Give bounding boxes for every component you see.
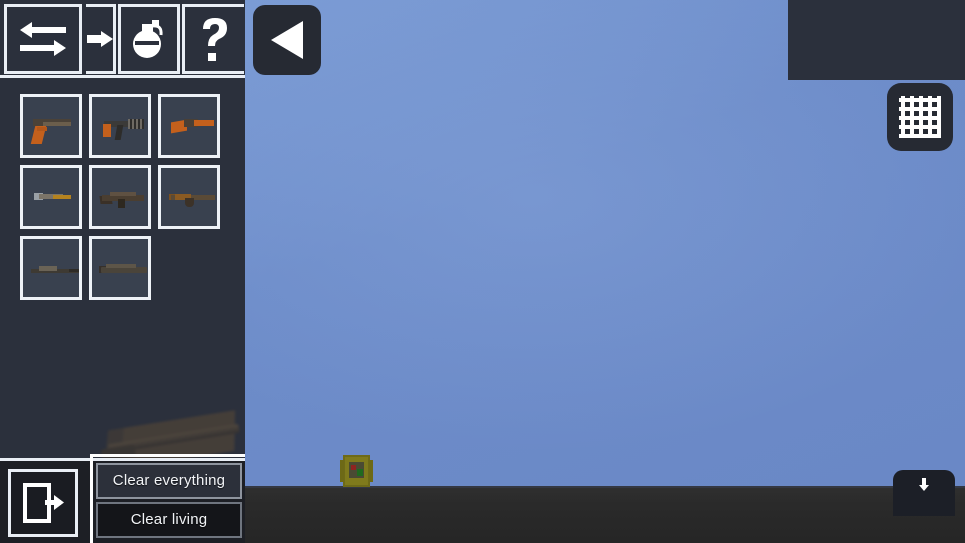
weapon-slot-pistol[interactable] (20, 94, 82, 158)
weapon-grid (20, 94, 220, 300)
playback-controls-group (788, 0, 965, 80)
question-mark-icon (202, 18, 227, 61)
rifle-sprite (92, 168, 148, 226)
clear-everything-button[interactable]: Clear everything (96, 462, 242, 499)
panel-footer: Clear everything Clear living (0, 454, 245, 543)
grid-toggle-button[interactable] (887, 83, 953, 151)
weapon-slot-carbine[interactable] (20, 165, 82, 229)
clear-buttons-group: Clear everything Clear living (90, 454, 245, 543)
weapon-slot-ak[interactable] (158, 165, 220, 229)
swap-horizontal-icon (20, 22, 66, 56)
download-icon (919, 478, 929, 491)
download-button[interactable] (893, 470, 955, 516)
weapon-panel: Clear everything Clear living (0, 0, 253, 543)
triangle-left-icon (271, 21, 303, 59)
sniper-sprite (92, 239, 148, 297)
weapon-slot-smg[interactable] (89, 94, 151, 158)
weapon-slot-sawed-off[interactable] (158, 94, 220, 158)
grid-icon (899, 96, 941, 138)
help-button[interactable] (182, 4, 244, 74)
weapon-slot-rifle[interactable] (89, 165, 151, 229)
ak-sprite (161, 168, 217, 226)
pistol-sprite (23, 97, 79, 155)
smg-sprite (92, 97, 148, 155)
grenade-icon (133, 20, 163, 58)
next-button[interactable] (86, 4, 116, 74)
weapon-slot-marksman[interactable] (20, 236, 82, 300)
crate-edge-left (340, 460, 344, 482)
carbine-sprite (23, 168, 79, 226)
weapon-slot-sniper[interactable] (89, 236, 151, 300)
crate-entity[interactable] (340, 455, 373, 487)
game-screen: Clear everything Clear living (0, 0, 965, 543)
exit-button[interactable] (8, 469, 78, 537)
marksman-sprite (23, 239, 79, 297)
crate-marker-green (357, 469, 363, 476)
swap-sides-button[interactable] (4, 4, 82, 74)
clear-living-button[interactable]: Clear living (96, 501, 242, 538)
panel-toolbar (0, 0, 245, 78)
grenade-button[interactable] (118, 4, 180, 74)
crate-edge-right (369, 460, 373, 482)
sawed-off-sprite (161, 97, 217, 155)
crate-marker-red (351, 465, 356, 470)
arrow-right-icon (86, 31, 113, 47)
exit-icon (23, 483, 64, 523)
collapse-panel-button[interactable] (253, 5, 321, 75)
